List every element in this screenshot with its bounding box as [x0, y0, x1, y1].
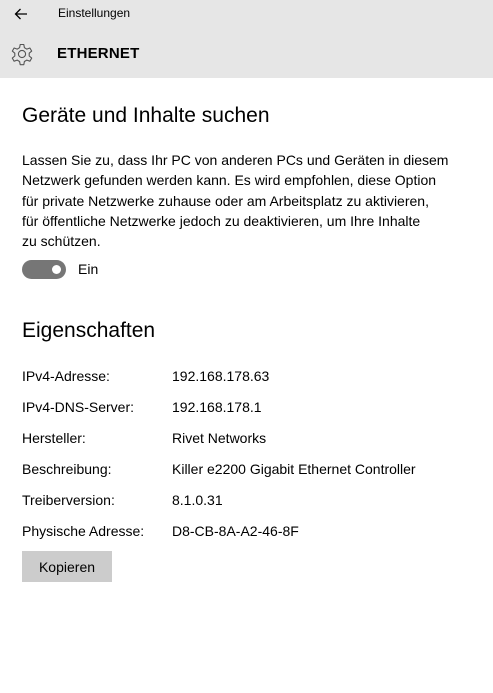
- property-value: Killer e2200 Gigabit Ethernet Controller: [172, 461, 416, 477]
- properties-heading: Eigenschaften: [22, 319, 156, 342]
- back-arrow-icon: [14, 8, 27, 20]
- description-line: zu schützen.: [22, 233, 101, 250]
- property-label: Treiberversion:: [22, 492, 115, 508]
- back-button[interactable]: [8, 3, 34, 25]
- property-value: 192.168.178.63: [172, 368, 270, 384]
- description-line: für private Netzwerke zuhause oder am Ar…: [22, 192, 429, 209]
- property-value: 8.1.0.31: [172, 492, 223, 508]
- toggle-label: Ein: [78, 261, 99, 277]
- toggle-knob: [52, 265, 61, 274]
- description-line: für öffentliche Netzwerke jedoch zu deak…: [22, 212, 421, 229]
- property-label: Physische Adresse:: [22, 523, 145, 539]
- property-label: Hersteller:: [22, 430, 86, 446]
- description-line: Netzwerk gefunden werden kann. Es wird e…: [22, 172, 437, 189]
- copy-button[interactable]: Kopieren: [22, 551, 112, 582]
- discovery-heading: Geräte und Inhalte suchen: [22, 104, 270, 127]
- property-value: 192.168.178.1: [172, 399, 262, 415]
- page-title: ETHERNET: [57, 45, 140, 62]
- window-title: Einstellungen: [58, 6, 131, 20]
- discovery-description: Lassen Sie zu, dass Ihr PC von anderen P…: [22, 150, 472, 251]
- property-label: IPv4-Adresse:: [22, 368, 110, 384]
- property-value: D8-CB-8A-A2-46-8F: [172, 523, 299, 539]
- discovery-toggle[interactable]: [22, 260, 66, 279]
- description-line: Lassen Sie zu, dass Ihr PC von anderen P…: [22, 152, 449, 168]
- property-label: Beschreibung:: [22, 461, 112, 477]
- page-header: ETHERNET: [0, 29, 493, 78]
- gear-icon: [11, 43, 33, 66]
- property-value: Rivet Networks: [172, 430, 267, 446]
- property-label: IPv4-DNS-Server:: [22, 399, 135, 415]
- title-bar: Einstellungen: [0, 0, 493, 29]
